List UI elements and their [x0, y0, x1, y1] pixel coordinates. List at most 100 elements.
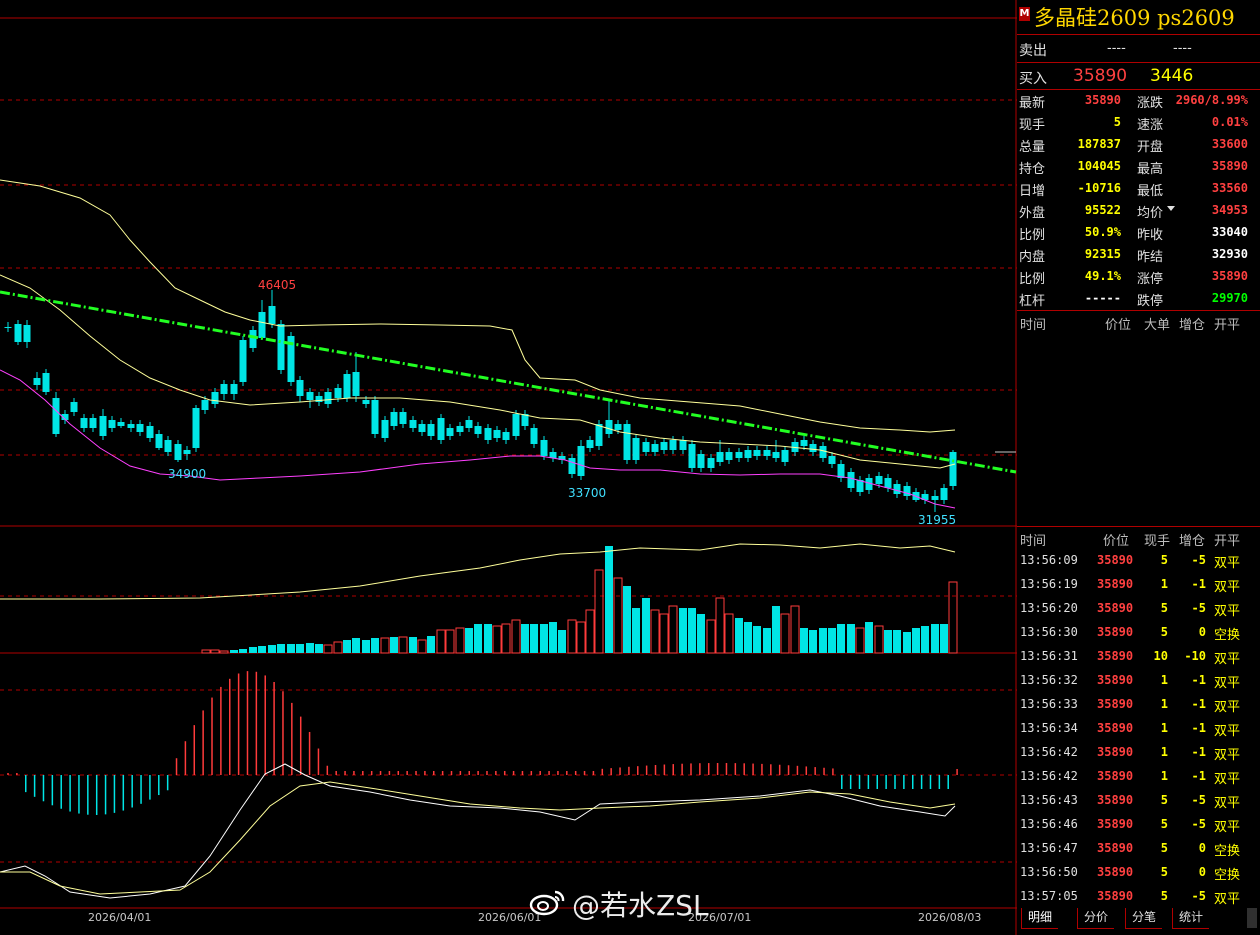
tick-row[interactable]: 13:56:19 35890 1 -1 双平: [1017, 573, 1260, 597]
volume-bar: [390, 637, 398, 653]
tick-type: 双平: [1214, 604, 1241, 619]
quote-value: 34953: [1211, 203, 1248, 217]
tick-row[interactable]: 13:56:42 35890 1 -1 双平: [1017, 765, 1260, 789]
candle-body: [155, 434, 163, 448]
tick-row[interactable]: 13:56:34 35890 1 -1 双平: [1017, 717, 1260, 741]
orderbook-buy-row[interactable]: 买入 35890 3446: [1017, 62, 1260, 92]
orderbook-sell-row[interactable]: 卖出 ---- ----: [1017, 34, 1260, 64]
volume-bar: [763, 628, 771, 653]
tick-row[interactable]: 13:56:31 35890 10 -10 双平: [1017, 645, 1260, 669]
tick-time: 13:56:09: [1020, 553, 1078, 567]
quote-value: 29970: [1211, 291, 1248, 305]
trend-line: [0, 290, 1017, 474]
volume-bar: [632, 608, 640, 653]
candle-body: [772, 452, 780, 458]
candle-body: [437, 418, 445, 440]
candle-body: [446, 428, 454, 436]
tick-row[interactable]: 13:56:20 35890 5 -5 双平: [1017, 597, 1260, 621]
tick-oi-change: 0: [1198, 625, 1206, 639]
candle-body: [679, 440, 687, 450]
column-header: 开平: [1214, 318, 1241, 333]
tick-row[interactable]: 13:56:09 35890 5 -5 双平: [1017, 549, 1260, 573]
tick-type: 空换: [1214, 844, 1241, 859]
quote-row: 比例 49.1% 涨停 35890: [1017, 266, 1260, 288]
volume-bar: [715, 597, 725, 654]
candle-body: [632, 438, 640, 460]
candle-body: [875, 476, 883, 484]
column-header: 时间: [1020, 318, 1047, 333]
tick-price: 35890: [1097, 649, 1134, 663]
candle-body: [614, 424, 622, 430]
tick-row[interactable]: 13:56:50 35890 5 0 空换: [1017, 861, 1260, 885]
quote-row: 外盘 95522 均价 34953: [1017, 200, 1260, 222]
tick-row[interactable]: 13:56:43 35890 5 -5 双平: [1017, 789, 1260, 813]
high-price-label: 46405: [258, 278, 297, 292]
quote-value: 49.1%: [1084, 269, 1121, 283]
tick-time: 13:56:20: [1020, 601, 1078, 615]
candle-body: [23, 325, 31, 342]
column-header: 时间: [1020, 534, 1047, 549]
tick-row[interactable]: 13:56:47 35890 5 0 空换: [1017, 837, 1260, 861]
volume-bar: [865, 622, 873, 653]
tick-type: 双平: [1214, 700, 1241, 715]
tick-volume: 1: [1160, 721, 1168, 735]
volume-bar: [893, 630, 901, 653]
quote-label: 最低: [1137, 184, 1164, 199]
candle-body: [108, 420, 116, 428]
candle-body: [903, 486, 911, 496]
volume-bar: [576, 621, 586, 654]
candle-body: [837, 464, 845, 478]
tick-volume: 1: [1160, 673, 1168, 687]
instrument-title[interactable]: 多晶硅2609 ps2609: [1034, 2, 1235, 32]
candle-body: [949, 452, 957, 486]
candle-body: [540, 440, 548, 456]
candle-body: [99, 416, 107, 436]
candle-body: [819, 446, 827, 458]
tick-oi-change: -5: [1191, 817, 1206, 831]
candle-body: [781, 450, 789, 462]
big-order-header: 时间 价位 大单 增仓 开平: [1017, 314, 1260, 334]
tick-oi-change: 0: [1198, 865, 1206, 879]
tab-1[interactable]: 分价: [1077, 908, 1115, 929]
candle-body: [174, 444, 182, 460]
quote-label: 昨结: [1137, 250, 1164, 265]
tick-row[interactable]: 13:56:42 35890 1 -1 双平: [1017, 741, 1260, 765]
candle-body: [642, 442, 650, 452]
tick-row[interactable]: 13:56:33 35890 1 -1 双平: [1017, 693, 1260, 717]
tab-3[interactable]: 统计: [1172, 908, 1210, 929]
tick-row[interactable]: 13:56:30 35890 5 0 空换: [1017, 621, 1260, 645]
candle-body: [324, 392, 332, 404]
tick-time: 13:57:05: [1020, 889, 1078, 903]
candle-body: [456, 426, 464, 432]
tick-oi-change: -10: [1184, 649, 1206, 663]
tick-volume: 5: [1160, 601, 1168, 615]
candle-body: [735, 452, 743, 458]
tick-type: 双平: [1214, 652, 1241, 667]
tick-oi-change: -5: [1191, 553, 1206, 567]
candle-body: [660, 442, 668, 450]
candle-body: [362, 400, 370, 404]
dropdown-arrow-icon[interactable]: [1167, 206, 1175, 211]
scrollbar[interactable]: [1247, 908, 1257, 928]
tab-2[interactable]: 分笔: [1125, 908, 1163, 929]
tick-volume: 5: [1160, 865, 1168, 879]
tick-oi-change: -1: [1191, 697, 1206, 711]
tick-row[interactable]: 13:56:32 35890 1 -1 双平: [1017, 669, 1260, 693]
candle-body: [42, 373, 50, 392]
tick-row[interactable]: 13:57:05 35890 5 -5 双平: [1017, 885, 1260, 909]
candle-body: [220, 384, 228, 394]
volume-bar: [511, 619, 521, 654]
tick-type: 双平: [1214, 772, 1241, 787]
kline-chart-area[interactable]: [0, 0, 1017, 935]
volume-bar: [540, 624, 548, 653]
quote-label: 持仓: [1019, 162, 1046, 177]
tick-time: 13:56:33: [1020, 697, 1078, 711]
volume-bar: [521, 624, 529, 653]
candle-body: [828, 456, 836, 464]
tick-row[interactable]: 13:56:46 35890 5 -5 双平: [1017, 813, 1260, 837]
buy-volume: 3446: [1150, 66, 1194, 86]
tab-0[interactable]: 明细: [1021, 908, 1059, 929]
tick-volume: 5: [1160, 841, 1168, 855]
tick-oi-change: -1: [1191, 769, 1206, 783]
volume-bar: [249, 647, 257, 653]
